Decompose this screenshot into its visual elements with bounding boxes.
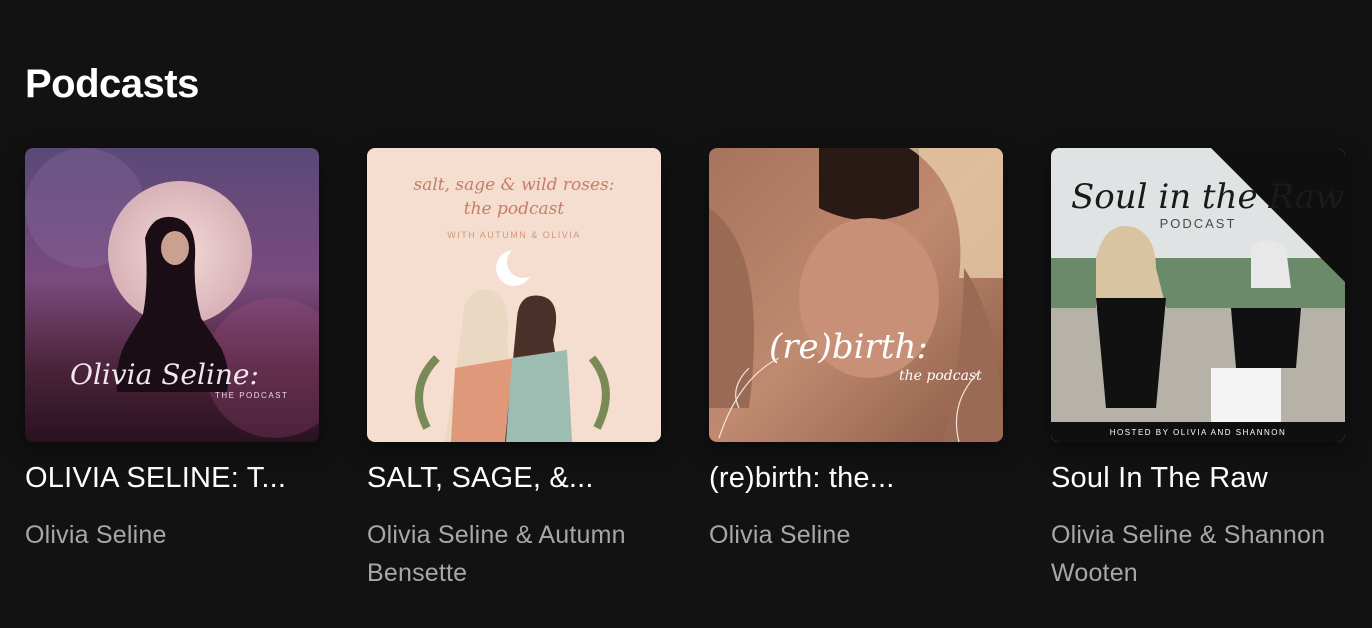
podcast-cover-image[interactable]: Soul in the Raw PODCAST HOSTED BY OLIVIA… [1051, 148, 1345, 442]
podcast-cover-image[interactable]: salt, sage & wild roses: the podcast WIT… [367, 148, 661, 442]
podcast-card-rebirth[interactable]: (re)birth: the podcast (re)birth: the...… [709, 148, 1003, 592]
cover-art-olivia-seline: Olivia Seline: THE PODCAST [25, 148, 319, 442]
podcast-title[interactable]: (re)birth: the... [709, 460, 1003, 496]
podcast-author: Olivia Seline [25, 521, 167, 549]
cover-text-subtitle: THE PODCAST [215, 391, 288, 400]
cover-text-hosts: WITH AUTUMN & OLIVIA [447, 230, 581, 240]
podcast-card-olivia-seline[interactable]: Olivia Seline: THE PODCAST OLIVIA SELINE… [25, 148, 319, 592]
podcast-title[interactable]: OLIVIA SELINE: T... [25, 460, 319, 496]
section-title: Podcasts [25, 62, 199, 106]
cover-text-title: (re)birth: [769, 327, 928, 367]
cover-text-name: Olivia Seline: [70, 358, 259, 391]
podcast-card-soul-in-the-raw[interactable]: Soul in the Raw PODCAST HOSTED BY OLIVIA… [1051, 148, 1345, 592]
cover-text-subtitle: the podcast [899, 368, 982, 384]
podcast-author: Olivia Seline [709, 521, 851, 549]
podcast-title[interactable]: SALT, SAGE, &... [367, 460, 661, 496]
cover-text-subtitle: PODCAST [1160, 216, 1237, 231]
podcast-author: Olivia Seline & Autumn Bensette [367, 521, 626, 587]
podcast-author: Olivia Seline & Shannon Wooten [1051, 521, 1326, 587]
podcast-title[interactable]: Soul In The Raw [1051, 460, 1345, 496]
cover-art-soul-in-the-raw: Soul in the Raw PODCAST HOSTED BY OLIVIA… [1051, 148, 1345, 442]
cover-art-salt-sage: salt, sage & wild roses: the podcast WIT… [367, 148, 661, 442]
cover-text-subtitle: the podcast [464, 199, 565, 219]
cover-text-title: salt, sage & wild roses: [414, 175, 615, 195]
podcast-cover-image[interactable]: Olivia Seline: THE PODCAST [25, 148, 319, 442]
podcast-card-salt-sage[interactable]: salt, sage & wild roses: the podcast WIT… [367, 148, 661, 592]
cover-art-rebirth: (re)birth: the podcast [709, 148, 1003, 442]
podcast-shelf: Olivia Seline: THE PODCAST OLIVIA SELINE… [25, 148, 1345, 592]
cover-text-hosts: HOSTED BY OLIVIA AND SHANNON [1110, 428, 1287, 437]
podcast-cover-image[interactable]: (re)birth: the podcast [709, 148, 1003, 442]
cover-text-title: Soul in the Raw [1071, 177, 1344, 217]
